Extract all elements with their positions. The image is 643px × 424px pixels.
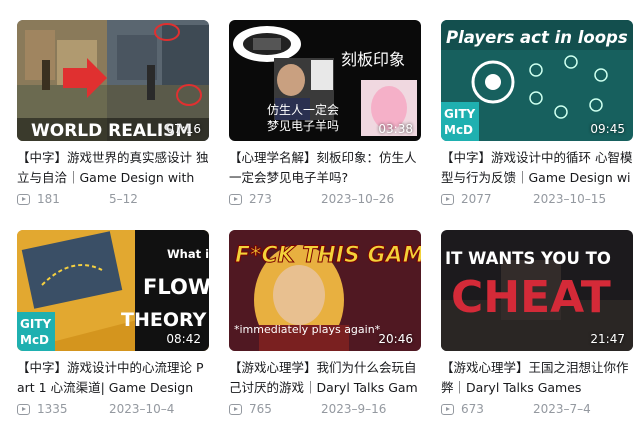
svg-text:THEORY: THEORY: [121, 309, 207, 331]
video-thumbnail[interactable]: What is FLOW THEORY GITY McD 08:42: [17, 230, 209, 351]
upload-date: 2023–7–4: [533, 402, 591, 416]
view-count: 1335: [37, 402, 68, 416]
video-thumbnail[interactable]: IT WANTS YOU TO CHEAT 21:47: [441, 230, 633, 351]
video-meta: 673 2023–7–4: [441, 402, 633, 420]
video-duration: 21:47: [590, 332, 625, 346]
video-title[interactable]: 【游戏心理学】王国之泪想让你作弊｜Daryl Talks Games: [441, 358, 633, 398]
video-title[interactable]: 【游戏心理学】我们为什么会玩自己讨厌的游戏｜Daryl Talks Games: [229, 358, 421, 398]
video-meta: 2077 2023–10–15: [441, 192, 633, 210]
svg-text:McD: McD: [20, 333, 49, 347]
video-meta: 273 2023–10–26: [229, 192, 421, 210]
play-count-icon: [229, 404, 242, 415]
svg-text:What is: What is: [167, 247, 209, 261]
svg-text:刻板印象: 刻板印象: [341, 50, 405, 69]
video-card[interactable]: Players act in loops GITY McD 09:45 【中字】…: [441, 20, 633, 210]
view-count: 181: [37, 192, 60, 206]
video-title[interactable]: 【中字】游戏设计中的心流理论 Part 1 心流渠道| Game Design: [17, 358, 209, 398]
svg-text:GITY: GITY: [444, 107, 476, 121]
svg-text:F*CK THIS GAME: F*CK THIS GAME: [235, 243, 421, 268]
svg-text:梦见电子羊吗: 梦见电子羊吗: [267, 118, 339, 133]
video-duration: 09:45: [590, 122, 625, 136]
video-duration: 08:42: [166, 332, 201, 346]
svg-text:McD: McD: [444, 123, 473, 137]
play-count-icon: [17, 194, 30, 205]
play-count-icon: [441, 194, 454, 205]
play-count-icon: [229, 194, 242, 205]
svg-text:IT WANTS YOU TO: IT WANTS YOU TO: [445, 249, 611, 268]
video-card[interactable]: IT WANTS YOU TO CHEAT 21:47 【游戏心理学】王国之泪想…: [441, 230, 633, 420]
video-thumbnail[interactable]: F*CK THIS GAME *immediately plays again*…: [229, 230, 421, 351]
video-thumbnail[interactable]: 刻板印象 仿生人一定会 梦见电子羊吗 03:38: [229, 20, 421, 141]
view-count: 2077: [461, 192, 492, 206]
upload-date: 2023–10–15: [533, 192, 607, 206]
upload-date: 2023–9–16: [321, 402, 387, 416]
svg-text:CHEAT: CHEAT: [451, 272, 611, 323]
video-duration: 20:46: [378, 332, 413, 346]
svg-text:FLOW: FLOW: [143, 275, 209, 299]
view-count: 273: [249, 192, 272, 206]
view-count: 765: [249, 402, 272, 416]
video-card[interactable]: What is FLOW THEORY GITY McD 08:42 【中字】游…: [17, 230, 209, 420]
svg-text:GITY: GITY: [20, 317, 52, 331]
play-count-icon: [441, 404, 454, 415]
video-card[interactable]: WORLD REALISM 07:16 【中字】游戏世界的真实感设计 独立与自洽…: [17, 20, 209, 210]
view-count: 673: [461, 402, 484, 416]
play-count-icon: [17, 404, 30, 415]
video-thumbnail[interactable]: WORLD REALISM 07:16: [17, 20, 209, 141]
video-thumbnail[interactable]: Players act in loops GITY McD 09:45: [441, 20, 633, 141]
video-meta: 765 2023–9–16: [229, 402, 421, 420]
upload-date: 2023–10–4: [109, 402, 175, 416]
video-card[interactable]: F*CK THIS GAME *immediately plays again*…: [229, 230, 421, 420]
video-title[interactable]: 【中字】游戏世界的真实感设计 独立与自洽｜Game Design with: [17, 148, 209, 188]
video-meta: 181 5–12: [17, 192, 209, 210]
svg-text:仿生人一定会: 仿生人一定会: [267, 102, 339, 117]
video-meta: 1335 2023–10–4: [17, 402, 209, 420]
video-grid: WORLD REALISM 07:16 【中字】游戏世界的真实感设计 独立与自洽…: [0, 0, 643, 424]
video-duration: 07:16: [166, 122, 201, 136]
video-title[interactable]: 【中字】游戏设计中的循环 心智模型与行为反馈｜Game Design with: [441, 148, 633, 188]
video-duration: 03:38: [378, 122, 413, 136]
video-title[interactable]: 【心理学名解】刻板印象：仿生人一定会梦见电子羊吗?: [229, 148, 421, 188]
svg-text:Players act in loops: Players act in loops: [446, 28, 628, 47]
video-card[interactable]: 刻板印象 仿生人一定会 梦见电子羊吗 03:38 【心理学名解】刻板印象：仿生人…: [229, 20, 421, 210]
upload-date: 5–12: [109, 192, 138, 206]
svg-text:*immediately plays again*: *immediately plays again*: [234, 323, 381, 336]
upload-date: 2023–10–26: [321, 192, 395, 206]
